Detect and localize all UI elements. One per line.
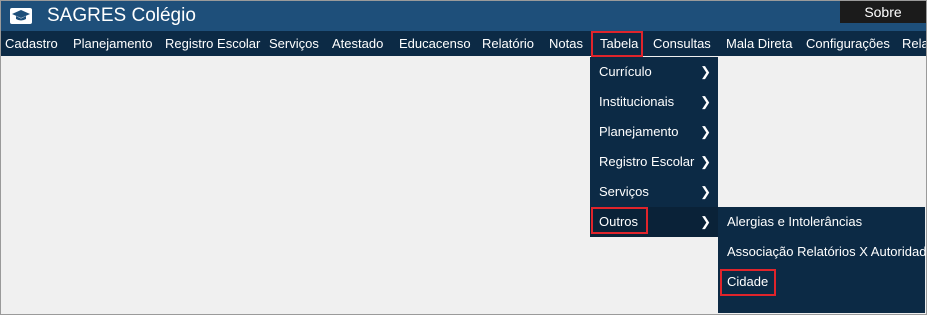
menu-planejamento[interactable]: Planejamento [73,31,153,56]
dropdown-item-label: Currículo [599,64,652,79]
dropdown-item-planejamento[interactable]: Planejamento ❯ [590,117,718,147]
chevron-right-icon: ❯ [700,214,711,229]
submenu-item-label: Associação Relatórios X Autoridades [727,244,927,259]
dropdown-item-label: Planejamento [599,124,679,139]
submenu-item-cidade[interactable]: Cidade [718,267,925,297]
chevron-right-icon: ❯ [700,184,711,199]
dropdown-item-registro-escolar[interactable]: Registro Escolar ❯ [590,147,718,177]
dropdown-item-label: Outros [599,214,639,229]
submenu-item-associacao[interactable]: Associação Relatórios X Autoridades [718,237,927,267]
menu-rela[interactable]: Rela [902,31,926,56]
menu-mala-direta[interactable]: Mala Direta [726,31,792,56]
main-menubar: Cadastro Planejamento Registro Escolar S… [1,31,926,56]
chevron-right-icon: ❯ [700,64,711,79]
menu-configuracoes[interactable]: Configurações [806,31,890,56]
app-title: SAGRES Colégio [47,5,196,26]
submenu-item-alergias[interactable]: Alergias e Intolerâncias [718,207,925,237]
app-header: SAGRES Colégio Sobre [1,1,926,31]
menu-notas[interactable]: Notas [549,31,583,56]
dropdown-item-label: Registro Escolar [599,154,695,169]
menu-servicos[interactable]: Serviços [269,31,319,56]
dropdown-item-curriculo[interactable]: Currículo ❯ [590,57,718,87]
menu-consultas[interactable]: Consultas [653,31,711,56]
about-button[interactable]: Sobre [840,1,926,23]
dropdown-item-label: Institucionais [599,94,675,109]
tabela-dropdown: Currículo ❯ Institucionais ❯ Planejament… [590,57,718,237]
menu-tabela[interactable]: Tabela [600,31,638,56]
chevron-right-icon: ❯ [700,94,711,109]
submenu-item-label: Cidade [727,274,769,289]
dropdown-item-servicos[interactable]: Serviços ❯ [590,177,718,207]
chevron-right-icon: ❯ [700,154,711,169]
dropdown-item-institucionais[interactable]: Institucionais ❯ [590,87,718,117]
outros-submenu: Alergias e Intolerâncias Associação Rela… [718,207,927,313]
chevron-right-icon: ❯ [700,124,711,139]
submenu-item-label: Alergias e Intolerâncias [727,214,863,229]
menu-registro-escolar[interactable]: Registro Escolar [165,31,260,56]
menu-educacenso[interactable]: Educacenso [399,31,471,56]
menu-cadastro[interactable]: Cadastro [5,31,58,56]
graduation-cap-icon [10,8,32,24]
dropdown-item-label: Serviços [599,184,649,199]
menu-atestado[interactable]: Atestado [332,31,383,56]
menu-relatorio[interactable]: Relatório [482,31,534,56]
dropdown-item-outros[interactable]: Outros ❯ [590,207,718,237]
